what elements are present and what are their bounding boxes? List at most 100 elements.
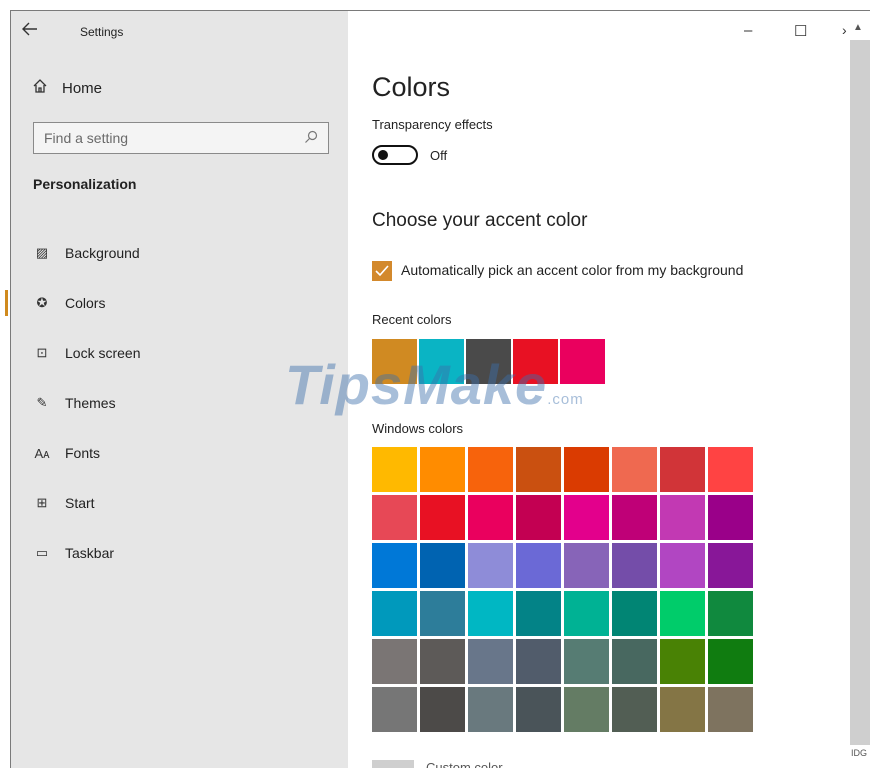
windows-color-swatch[interactable] [372,543,417,588]
sidebar-item-fonts[interactable]: Aᴀ Fonts [0,428,337,478]
windows-color-swatch[interactable] [468,591,513,636]
sidebar-item-start[interactable]: ⊞ Start [0,478,337,528]
windows-color-swatch[interactable] [516,495,561,540]
windows-color-swatch[interactable] [708,687,753,732]
transparency-label: Transparency effects [372,117,493,132]
windows-color-swatch[interactable] [468,495,513,540]
windows-color-swatch[interactable] [612,591,657,636]
sidebar-item-label: Lock screen [65,345,141,361]
recent-color-swatch[interactable] [372,339,417,384]
windows-color-swatch[interactable] [708,639,753,684]
accent-heading: Choose your accent color [372,210,588,231]
windows-color-swatch[interactable] [564,591,609,636]
page-title: Colors [372,72,451,102]
windows-color-swatch[interactable] [372,639,417,684]
fonts-icon: Aᴀ [34,445,50,461]
windows-color-swatch[interactable] [660,639,705,684]
windows-color-swatch[interactable] [468,687,513,732]
checkmark-icon [375,265,389,277]
windows-color-swatch[interactable] [468,447,513,492]
windows-color-swatch[interactable] [708,447,753,492]
windows-color-swatch[interactable] [420,687,465,732]
windows-color-swatch[interactable] [420,639,465,684]
windows-color-swatch[interactable] [516,543,561,588]
windows-color-swatch[interactable] [420,447,465,492]
windows-color-swatch[interactable] [708,495,753,540]
close-button[interactable]: › [842,22,847,38]
sidebar-item-lock-screen[interactable]: ⊡ Lock screen [0,328,337,378]
windows-color-swatch[interactable] [612,639,657,684]
custom-color-swatch[interactable] [372,760,414,768]
sidebar-item-background[interactable]: ▨ Background [0,228,337,278]
settings-window: Settings Home Find a setting Personaliza… [0,0,870,768]
scroll-up-arrow-icon[interactable]: ▲ [853,22,863,33]
windows-color-swatch[interactable] [468,639,513,684]
sidebar-item-label: Fonts [65,445,101,461]
windows-color-swatch[interactable] [612,687,657,732]
windows-color-swatch[interactable] [708,543,753,588]
windows-color-swatch[interactable] [420,543,465,588]
windows-color-swatch[interactable] [660,495,705,540]
minimize-button[interactable]: – [744,22,752,39]
windows-color-swatch[interactable] [516,687,561,732]
windows-color-swatch[interactable] [612,543,657,588]
recent-color-swatch[interactable] [419,339,464,384]
sidebar-item-taskbar[interactable]: ▭ Taskbar [0,528,337,578]
palette-icon: ✪ [36,295,48,310]
windows-color-swatch[interactable] [660,687,705,732]
windows-color-swatch[interactable] [564,447,609,492]
windows-color-swatch[interactable] [372,591,417,636]
taskbar-icon: ▭ [35,545,49,560]
search-input[interactable]: Find a setting [33,122,329,154]
windows-color-swatch[interactable] [612,495,657,540]
auto-accent-checkbox[interactable] [372,261,392,281]
windows-color-swatch[interactable] [660,543,705,588]
corner-text: IDG [851,748,868,758]
custom-color-label[interactable]: Custom color [426,760,503,768]
windows-color-swatch[interactable] [564,687,609,732]
windows-color-swatch[interactable] [516,639,561,684]
recent-colors-row [372,339,605,384]
sidebar-item-label: Start [65,495,95,511]
windows-color-swatch[interactable] [372,687,417,732]
home-icon [32,78,48,98]
windows-color-swatch[interactable] [660,591,705,636]
windows-color-swatch[interactable] [372,495,417,540]
windows-color-swatch[interactable] [468,543,513,588]
sidebar-item-home[interactable]: Home [32,78,102,98]
scrollbar[interactable] [850,40,870,745]
windows-color-swatch[interactable] [612,447,657,492]
window-title: Settings [80,25,124,39]
maximize-button[interactable]: ☐ [794,22,807,40]
windows-color-swatch[interactable] [660,447,705,492]
sidebar-item-label: Themes [65,395,116,411]
recent-colors-label: Recent colors [372,312,452,327]
windows-color-swatch[interactable] [564,639,609,684]
back-arrow-icon[interactable] [22,22,42,40]
sidebar-item-colors[interactable]: ✪ Colors [0,278,337,328]
auto-accent-label: Automatically pick an accent color from … [401,262,744,278]
search-icon [304,130,318,147]
windows-colors-label: Windows colors [372,421,464,436]
sidebar-item-themes[interactable]: ✎ Themes [0,378,337,428]
recent-color-swatch[interactable] [560,339,605,384]
windows-color-swatch[interactable] [564,543,609,588]
sidebar-item-label: Taskbar [65,545,115,561]
windows-color-swatch[interactable] [708,591,753,636]
sidebar-nav: ▨ Background ✪ Colors ⊡ Lock screen ✎ Themes Aᴀ F… [0,228,337,578]
transparency-toggle[interactable] [372,145,418,165]
windows-colors-grid [372,447,753,732]
start-icon: ⊞ [36,495,48,510]
windows-color-swatch[interactable] [420,591,465,636]
windows-color-swatch[interactable] [372,447,417,492]
windows-color-swatch[interactable] [516,591,561,636]
home-label: Home [62,79,103,97]
windows-color-swatch[interactable] [420,495,465,540]
recent-color-swatch[interactable] [513,339,558,384]
windows-color-swatch[interactable] [516,447,561,492]
recent-color-swatch[interactable] [466,339,511,384]
section-title: Personalization [33,176,137,192]
windows-color-swatch[interactable] [564,495,609,540]
themes-icon: ✎ [36,395,48,410]
picture-icon: ▨ [35,245,49,260]
